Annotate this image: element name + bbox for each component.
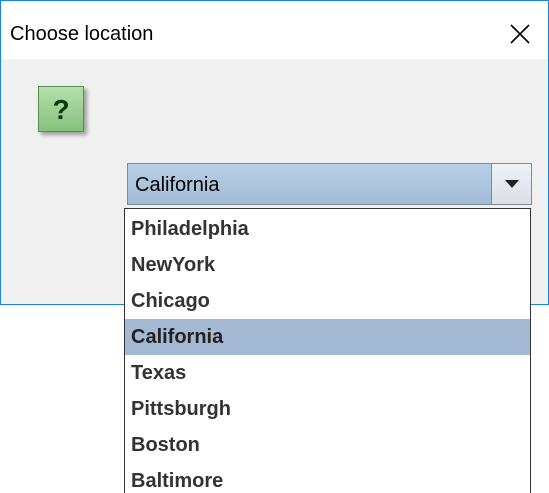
- question-icon: ?: [38, 86, 84, 132]
- list-item-philadelphia[interactable]: Philadelphia: [125, 211, 530, 247]
- question-glyph: ?: [52, 94, 69, 125]
- list-item-chicago[interactable]: Chicago: [125, 283, 530, 319]
- window-title: Choose location: [10, 23, 154, 45]
- location-dropdown-list: Philadelphia NewYork Chicago California …: [124, 208, 531, 493]
- list-item-baltimore[interactable]: Baltimore: [125, 463, 530, 493]
- list-item-boston[interactable]: Boston: [125, 427, 530, 463]
- list-item-california[interactable]: California: [125, 319, 530, 355]
- location-combobox[interactable]: California: [127, 163, 532, 205]
- close-icon: [510, 24, 530, 44]
- title-bar: Choose location: [1, 1, 548, 59]
- list-item-pittsburgh[interactable]: Pittsburgh: [125, 391, 530, 427]
- list-item-texas[interactable]: Texas: [125, 355, 530, 391]
- combo-dropdown-button[interactable]: [491, 164, 531, 204]
- chevron-down-icon: [504, 180, 519, 188]
- combo-selected-value: California: [135, 174, 220, 196]
- close-button[interactable]: [495, 13, 545, 55]
- list-item-newyork[interactable]: NewYork: [125, 247, 530, 283]
